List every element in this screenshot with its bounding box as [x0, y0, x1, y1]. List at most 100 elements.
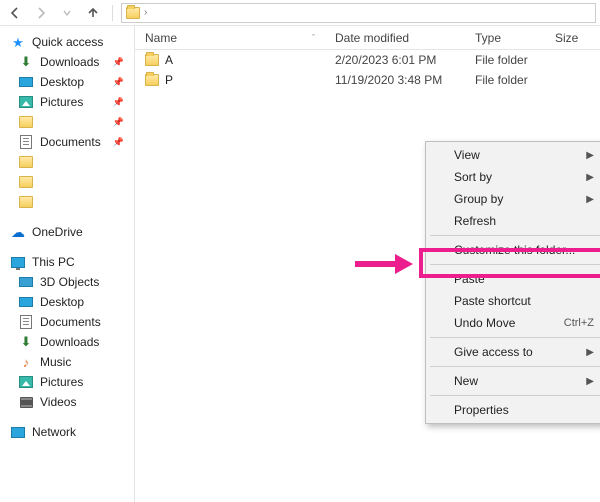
recent-dropdown[interactable]: [56, 2, 78, 24]
nav-label: Network: [32, 425, 76, 439]
file-type: File folder: [475, 53, 555, 67]
nav-label: Videos: [40, 395, 76, 409]
context-menu: View ▶ Sort by ▶ Group by ▶ Refresh Cust…: [425, 141, 600, 424]
ctx-give-access[interactable]: Give access to ▶: [428, 341, 600, 363]
file-name: A: [165, 53, 173, 67]
ctx-separator: [430, 395, 600, 396]
column-headers: Name ˆ Date modified Type Size: [135, 26, 600, 50]
ctx-view[interactable]: View ▶: [428, 144, 600, 166]
nav-label: Desktop: [40, 295, 84, 309]
nav-label: 3D Objects: [40, 275, 99, 289]
cloud-icon: ☁: [10, 225, 26, 239]
column-size[interactable]: Size: [555, 31, 600, 45]
nav-documents-2[interactable]: Documents: [4, 312, 130, 332]
ctx-customize[interactable]: Customize this folder...: [428, 239, 600, 261]
column-type[interactable]: Type: [475, 31, 555, 45]
file-type: File folder: [475, 73, 555, 87]
ctx-paste[interactable]: Paste: [428, 268, 600, 290]
objects3d-icon: [19, 277, 33, 287]
folder-icon: [126, 7, 140, 19]
ctx-separator: [430, 337, 600, 338]
nav-desktop[interactable]: Desktop 📌: [4, 72, 130, 92]
pin-icon: 📌: [113, 97, 124, 108]
folder-icon: [145, 74, 159, 86]
ctx-refresh[interactable]: Refresh: [428, 210, 600, 232]
chevron-right-icon: ›: [144, 7, 147, 18]
nav-label: This PC: [32, 255, 75, 269]
nav-label: Quick access: [32, 35, 103, 49]
content-pane[interactable]: Name ˆ Date modified Type Size A 2/20/20…: [135, 26, 600, 502]
nav-this-pc[interactable]: This PC: [4, 252, 130, 272]
ctx-undo-move[interactable]: Undo Move Ctrl+Z: [428, 312, 600, 334]
nav-pinned-folder-4[interactable]: [4, 192, 130, 212]
sort-indicator-icon: ˆ: [312, 33, 315, 43]
nav-pictures[interactable]: Pictures 📌: [4, 92, 130, 112]
nav-label: Desktop: [40, 75, 84, 89]
nav-label: OneDrive: [32, 225, 83, 239]
ctx-separator: [430, 366, 600, 367]
ctx-separator: [430, 264, 600, 265]
file-row[interactable]: A 2/20/2023 6:01 PM File folder: [135, 50, 600, 70]
up-button[interactable]: [82, 2, 104, 24]
ctx-group-by[interactable]: Group by ▶: [428, 188, 600, 210]
column-name[interactable]: Name ˆ: [135, 31, 335, 45]
nav-label: Pictures: [40, 375, 83, 389]
ctx-sort-by[interactable]: Sort by ▶: [428, 166, 600, 188]
chevron-right-icon: ▶: [586, 150, 594, 161]
nav-desktop-2[interactable]: Desktop: [4, 292, 130, 312]
documents-icon: [20, 315, 32, 329]
desktop-icon: [19, 297, 33, 307]
address-bar[interactable]: ›: [121, 3, 596, 23]
column-date[interactable]: Date modified: [335, 31, 475, 45]
forward-button[interactable]: [30, 2, 52, 24]
ctx-new[interactable]: New ▶: [428, 370, 600, 392]
file-row[interactable]: P 11/19/2020 3:48 PM File folder: [135, 70, 600, 90]
nav-documents[interactable]: Documents 📌: [4, 132, 130, 152]
desktop-icon: [19, 77, 33, 87]
nav-label: Downloads: [40, 335, 99, 349]
download-icon: ⬇: [18, 335, 34, 349]
nav-onedrive[interactable]: ☁ OneDrive: [4, 222, 130, 242]
nav-downloads[interactable]: ⬇ Downloads 📌: [4, 52, 130, 72]
network-icon: [11, 427, 25, 438]
pictures-icon: [19, 376, 33, 388]
nav-pinned-folder-1[interactable]: 📌: [4, 112, 130, 132]
star-icon: ★: [10, 35, 26, 49]
nav-videos[interactable]: Videos: [4, 392, 130, 412]
nav-pinned-folder-2[interactable]: [4, 152, 130, 172]
nav-label: Documents: [40, 315, 101, 329]
pc-icon: [11, 257, 25, 268]
folder-icon: [19, 176, 33, 188]
nav-label: Downloads: [40, 55, 99, 69]
pin-icon: 📌: [113, 57, 124, 68]
nav-network[interactable]: Network: [4, 422, 130, 442]
nav-3d-objects[interactable]: 3D Objects: [4, 272, 130, 292]
nav-label: Pictures: [40, 95, 83, 109]
ctx-paste-shortcut[interactable]: Paste shortcut: [428, 290, 600, 312]
toolbar: ›: [0, 0, 600, 26]
back-button[interactable]: [4, 2, 26, 24]
chevron-right-icon: ▶: [586, 347, 594, 358]
nav-downloads-2[interactable]: ⬇ Downloads: [4, 332, 130, 352]
download-icon: ⬇: [18, 55, 34, 69]
music-icon: ♪: [18, 355, 34, 369]
nav-music[interactable]: ♪ Music: [4, 352, 130, 372]
annotation-arrow: [355, 254, 415, 274]
file-date: 2/20/2023 6:01 PM: [335, 53, 475, 67]
nav-label: Documents: [40, 135, 101, 149]
nav-pinned-folder-3[interactable]: [4, 172, 130, 192]
folder-icon: [19, 196, 33, 208]
folder-icon: [19, 116, 33, 128]
chevron-right-icon: ▶: [586, 194, 594, 205]
pin-icon: 📌: [113, 137, 124, 148]
pin-icon: 📌: [113, 117, 124, 128]
nav-quick-access[interactable]: ★ Quick access: [4, 32, 130, 52]
ctx-separator: [430, 235, 600, 236]
nav-label: Music: [40, 355, 71, 369]
nav-pictures-2[interactable]: Pictures: [4, 372, 130, 392]
pictures-icon: [19, 96, 33, 108]
navigation-pane: ★ Quick access ⬇ Downloads 📌 Desktop 📌 P…: [0, 26, 135, 502]
ctx-properties[interactable]: Properties: [428, 399, 600, 421]
chevron-right-icon: ▶: [586, 376, 594, 387]
column-name-label: Name: [145, 31, 177, 45]
